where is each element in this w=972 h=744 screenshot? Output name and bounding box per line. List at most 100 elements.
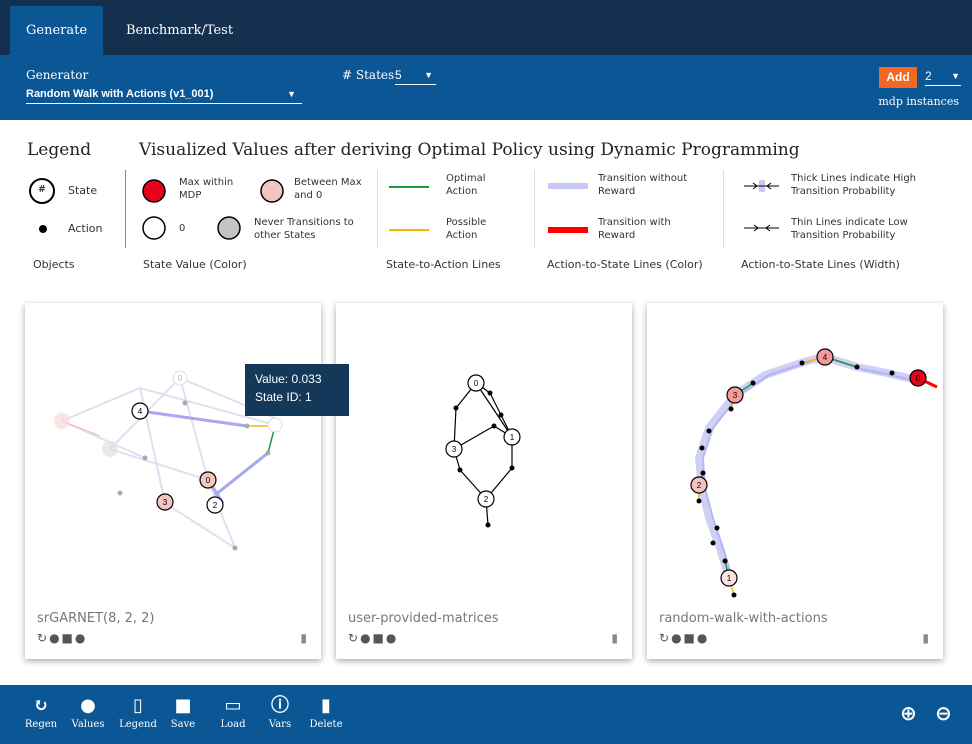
regen-label: Regen xyxy=(24,719,58,730)
node-label: 4 xyxy=(138,407,143,416)
delete-button[interactable]: ▮ Delete xyxy=(308,695,344,730)
instances-label: mdp instances xyxy=(878,95,959,108)
node-label: 0 xyxy=(178,374,183,383)
thick-label: Thick Lines indicate High Transition Pro… xyxy=(791,173,917,197)
add-button[interactable]: Add xyxy=(879,67,917,88)
legend-divider xyxy=(125,170,126,248)
save-icon[interactable]: ■ xyxy=(62,631,73,645)
action-to-state-color-caption: Action-to-State Lines (Color) xyxy=(547,258,703,271)
card-title: srGARNET(8, 2, 2) xyxy=(37,611,155,626)
card-actions: ↻ ● ■ ● xyxy=(348,631,398,645)
zero-value-icon xyxy=(142,216,166,240)
thin-line-icon xyxy=(744,224,779,232)
regen-icon[interactable]: ↻ xyxy=(348,631,358,645)
legend-divider xyxy=(723,170,724,248)
states-select[interactable]: 5 ▼ xyxy=(395,68,436,85)
values-label: Values xyxy=(71,719,105,730)
node-label: 2 xyxy=(484,495,489,504)
trash-icon[interactable]: ▮ xyxy=(611,631,618,645)
caret-down-icon: ▼ xyxy=(287,89,296,99)
info-icon[interactable]: ● xyxy=(75,631,85,645)
node-label: 4 xyxy=(823,353,828,362)
thick-line-icon xyxy=(744,180,779,192)
max-label: Max within MDP xyxy=(179,177,234,201)
instances-value: 2 xyxy=(925,69,932,83)
tab-generate[interactable]: Generate xyxy=(10,6,104,55)
node-label: 3 xyxy=(163,498,168,507)
regen-button[interactable]: ↻ Regen xyxy=(24,695,58,730)
palette-icon[interactable]: ● xyxy=(49,631,59,645)
mdp-card[interactable]: 4 3 0 2 1 random-walk-with-actions ↻ ● ■ ● … xyxy=(647,303,943,659)
objects-caption: Objects xyxy=(33,258,75,271)
node-label: 3 xyxy=(733,391,738,400)
never-label: Never Transitions to other States xyxy=(254,217,354,241)
card-title: user-provided-matrices xyxy=(348,611,499,626)
states-value: 5 xyxy=(395,68,402,82)
legend-button[interactable]: ▯ Legend xyxy=(118,695,158,730)
palette-icon[interactable]: ● xyxy=(671,631,681,645)
no-reward-label: Transition without Reward xyxy=(598,173,688,197)
state-to-action-caption: State-to-Action Lines xyxy=(386,258,501,271)
generator-label: Generator xyxy=(26,68,89,82)
mdp-graph[interactable]: 4 3 0 2 1 xyxy=(647,303,943,603)
mdp-graph[interactable]: 0 3 1 2 xyxy=(336,303,632,603)
caret-down-icon: ▼ xyxy=(424,70,433,80)
max-value-icon xyxy=(142,179,166,203)
vars-label: Vars xyxy=(268,719,292,730)
delete-label: Delete xyxy=(309,719,343,730)
folder-icon: ▭ xyxy=(224,695,242,716)
save-icon: ■ xyxy=(174,695,192,716)
save-icon[interactable]: ■ xyxy=(684,631,695,645)
info-icon[interactable]: ● xyxy=(697,631,707,645)
values-button[interactable]: ● Values xyxy=(68,695,108,730)
legend-symbols xyxy=(29,178,779,240)
zoom-out-icon[interactable]: ⊖ xyxy=(935,701,952,725)
optimal-label: Optimal Action xyxy=(446,173,486,197)
regen-icon[interactable]: ↻ xyxy=(37,631,47,645)
info-icon: ⓘ xyxy=(271,695,289,716)
palette-icon[interactable]: ● xyxy=(360,631,370,645)
card-title: random-walk-with-actions xyxy=(659,611,828,626)
legend-divider xyxy=(377,170,378,248)
generator-bar: Generator Random Walk with Actions (v1_0… xyxy=(0,55,972,120)
zero-label: 0 xyxy=(179,223,186,234)
node-label: 1 xyxy=(727,574,732,583)
info-icon[interactable]: ● xyxy=(386,631,396,645)
load-button[interactable]: ▭ Load xyxy=(218,695,248,730)
palette-icon: ● xyxy=(80,695,96,716)
save-button[interactable]: ■ Save xyxy=(168,695,198,730)
regen-icon: ↻ xyxy=(33,695,49,716)
zoom-in-icon[interactable]: ⊕ xyxy=(900,701,917,725)
thin-label: Thin Lines indicate Low Transition Proba… xyxy=(791,217,908,241)
trash-icon[interactable]: ▮ xyxy=(300,631,307,645)
mdp-card[interactable]: 0 3 1 2 user-provided-matrices ↻ ● ■ ● ▮ xyxy=(336,303,632,659)
generator-selected-value: Random Walk with Actions (v1_001) xyxy=(26,88,214,100)
trash-icon: ▮ xyxy=(321,695,331,716)
generator-select[interactable]: Random Walk with Actions (v1_001) ▼ xyxy=(26,87,302,104)
state-value-caption: State Value (Color) xyxy=(143,258,247,271)
tooltip-state-id: State ID: 1 xyxy=(255,390,312,404)
tooltip-value: Value: 0.033 xyxy=(255,372,322,386)
node-label: 3 xyxy=(452,445,457,454)
vars-button[interactable]: ⓘ Vars xyxy=(265,695,295,730)
save-icon[interactable]: ■ xyxy=(373,631,384,645)
trash-icon[interactable]: ▮ xyxy=(922,631,929,645)
load-label: Load xyxy=(220,719,246,730)
node-label: 0 xyxy=(916,374,921,383)
node-label: 2 xyxy=(213,501,218,510)
instances-select[interactable]: 2 ▼ xyxy=(925,69,961,86)
state-symbol-text: # xyxy=(37,184,47,195)
tab-benchmark-test[interactable]: Benchmark/Test xyxy=(110,6,249,55)
mdp-card[interactable]: 4 0 3 2 0 srGARNET(8, 2, 2) ↻ ● ■ ● ▮ xyxy=(25,303,321,659)
tab-bar: Generate Benchmark/Test xyxy=(0,0,972,55)
map-icon: ▯ xyxy=(133,695,143,716)
mdp-graph[interactable]: 4 0 3 2 0 xyxy=(25,303,321,603)
caret-down-icon: ▼ xyxy=(951,71,960,81)
card-actions: ↻ ● ■ ● xyxy=(37,631,87,645)
state-label: State xyxy=(68,184,98,197)
card-actions: ↻ ● ■ ● xyxy=(659,631,709,645)
node-label: 0 xyxy=(474,379,479,388)
states-label: # States xyxy=(342,68,395,82)
action-to-state-width-caption: Action-to-State Lines (Width) xyxy=(741,258,900,271)
regen-icon[interactable]: ↻ xyxy=(659,631,669,645)
